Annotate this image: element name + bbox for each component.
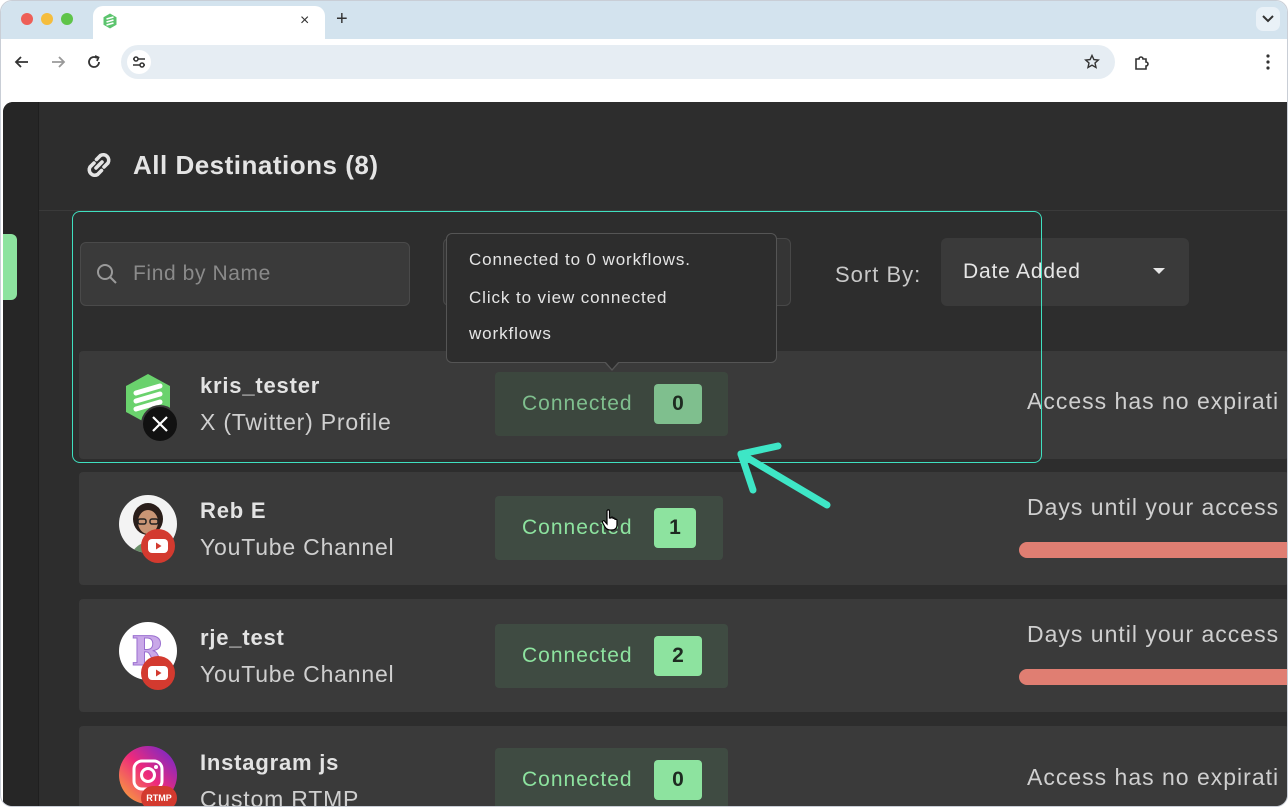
page-title: All Destinations (8) bbox=[133, 149, 379, 180]
site-info-button[interactable] bbox=[127, 50, 151, 74]
destination-name: Instagram js bbox=[200, 750, 340, 775]
app-content: All Destinations (8) Find by Name Sort B… bbox=[3, 102, 1287, 807]
destination-avatar: R bbox=[119, 622, 177, 690]
connected-button[interactable]: Connected 0 bbox=[495, 748, 728, 806]
connected-label: Connected bbox=[522, 768, 633, 791]
sidebar bbox=[3, 102, 39, 806]
tooltip-line: Click to view connected bbox=[469, 288, 668, 307]
page-header: All Destinations (8) bbox=[81, 147, 378, 183]
access-progress-bar bbox=[1019, 542, 1287, 558]
connected-label: Connected bbox=[522, 644, 633, 667]
tooltip-line: workflows bbox=[469, 324, 552, 343]
app-logo-icon bbox=[103, 13, 117, 29]
reload-button[interactable] bbox=[83, 51, 105, 73]
close-window-button[interactable] bbox=[21, 13, 33, 25]
tooltip-line: Connected to 0 workflows. bbox=[469, 250, 691, 269]
browser-tab[interactable]: × bbox=[93, 6, 325, 39]
workflow-tooltip: Connected to 0 workflows. Click to view … bbox=[446, 233, 777, 363]
youtube-icon bbox=[141, 529, 175, 563]
access-status: Days until your access bbox=[1027, 621, 1280, 647]
hand-cursor-icon bbox=[601, 509, 618, 531]
arrow-right-icon bbox=[52, 56, 66, 68]
destination-type: YouTube Channel bbox=[200, 661, 395, 687]
destination-row[interactable]: R rje_test YouTube Channel Connected 2 D… bbox=[79, 599, 1287, 712]
tab-bar: × + bbox=[1, 1, 1287, 39]
tooltip-pointer-fill bbox=[605, 361, 619, 369]
destination-type: Custom RTMP bbox=[200, 786, 360, 807]
youtube-icon bbox=[141, 656, 175, 690]
arrow-left-icon bbox=[14, 56, 28, 68]
maximize-window-button[interactable] bbox=[61, 13, 73, 25]
access-status: Access has no expirati bbox=[1027, 388, 1280, 414]
destination-name: rje_test bbox=[200, 625, 285, 650]
browser-window: × + All Destinations (8) Find by Name So… bbox=[0, 0, 1288, 807]
workflow-count: 2 bbox=[654, 636, 702, 676]
destination-avatar: RTMP bbox=[119, 746, 177, 806]
destination-row[interactable]: Reb E YouTube Channel Connected 1 Days u… bbox=[79, 472, 1287, 585]
rtmp-badge-text: RTMP bbox=[146, 793, 172, 803]
more-vert-icon bbox=[1266, 54, 1270, 70]
caret-down-icon bbox=[1153, 268, 1165, 274]
annotation-arrow-icon bbox=[737, 442, 831, 509]
workflow-count: 0 bbox=[654, 760, 702, 800]
puzzle-icon bbox=[1135, 56, 1149, 70]
minimize-window-button[interactable] bbox=[41, 13, 53, 25]
access-status: Days until your access bbox=[1027, 494, 1280, 520]
workflow-count: 1 bbox=[654, 508, 696, 548]
address-bar[interactable] bbox=[121, 45, 1115, 79]
connected-button[interactable]: Connected 2 bbox=[495, 624, 728, 688]
link-icon bbox=[87, 153, 111, 177]
window-controls bbox=[21, 13, 73, 25]
browser-toolbar bbox=[1, 39, 1287, 85]
new-tab-button[interactable]: + bbox=[336, 9, 348, 29]
destination-row[interactable]: RTMP Instagram js Custom RTMP Connected … bbox=[79, 726, 1287, 807]
bookmark-button[interactable] bbox=[1081, 51, 1103, 73]
tune-icon bbox=[133, 56, 145, 68]
access-status: Access has no expirati bbox=[1027, 764, 1280, 790]
sidebar-handle[interactable] bbox=[3, 234, 17, 300]
back-button[interactable] bbox=[11, 51, 33, 73]
tab-search-button[interactable] bbox=[1256, 7, 1280, 31]
forward-button[interactable] bbox=[47, 51, 69, 73]
rtmp-icon: RTMP bbox=[141, 786, 177, 806]
destination-type: YouTube Channel bbox=[200, 534, 395, 560]
access-progress-bar bbox=[1019, 669, 1287, 685]
destination-avatar bbox=[119, 495, 177, 563]
reload-icon bbox=[88, 55, 100, 68]
browser-menu-button[interactable] bbox=[1257, 51, 1279, 73]
star-icon bbox=[1084, 54, 1100, 69]
chevron-down-icon bbox=[1262, 15, 1274, 23]
tab-close-button[interactable]: × bbox=[300, 12, 309, 30]
destination-name: Reb E bbox=[200, 498, 267, 523]
extensions-button[interactable] bbox=[1131, 51, 1153, 73]
